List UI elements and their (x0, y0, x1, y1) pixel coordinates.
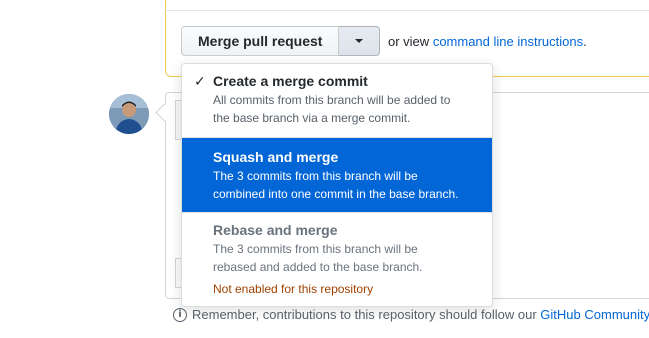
menu-item-title: Squash and merge (213, 149, 339, 165)
contribution-reminder: i Remember, contributions to this reposi… (173, 307, 649, 322)
github-community-link[interactable]: GitHub Community (540, 307, 649, 322)
menu-item-description: All commits from this branch will be add… (213, 93, 451, 107)
menu-item-description: the base branch via a merge commit. (213, 111, 411, 125)
not-enabled-warning: Not enabled for this repository (213, 282, 374, 296)
menu-item-title: Create a merge commit (213, 73, 368, 89)
check-icon: ✓ (194, 73, 206, 89)
avatar[interactable] (109, 94, 149, 134)
divider (165, 10, 649, 11)
merge-method-menu: ✓ Create a merge commit All commits from… (181, 63, 493, 307)
caret-down-icon (355, 39, 364, 43)
menu-item-rebase-and-merge[interactable]: Rebase and merge The 3 commits from this… (182, 213, 492, 306)
menu-item-title: Rebase and merge (213, 222, 338, 238)
merge-button-group: Merge pull request (181, 26, 381, 56)
merge-pull-request-button[interactable]: Merge pull request (181, 26, 340, 56)
or-view-text: or view command line instructions. (388, 34, 587, 49)
menu-item-squash-and-merge[interactable]: Squash and merge The 3 commits from this… (182, 138, 492, 212)
menu-item-create-merge-commit[interactable]: ✓ Create a merge commit All commits from… (182, 64, 492, 137)
menu-item-description: The 3 commits from this branch will be (213, 242, 418, 256)
menu-item-description: combined into one commit in the base bra… (213, 187, 459, 201)
command-line-instructions-link[interactable]: command line instructions (433, 34, 583, 49)
menu-item-description: The 3 commits from this branch will be (213, 169, 418, 183)
menu-item-description: rebased and added to the base branch. (213, 260, 423, 274)
info-icon: i (173, 307, 187, 322)
merge-method-dropdown-button[interactable] (339, 26, 381, 56)
